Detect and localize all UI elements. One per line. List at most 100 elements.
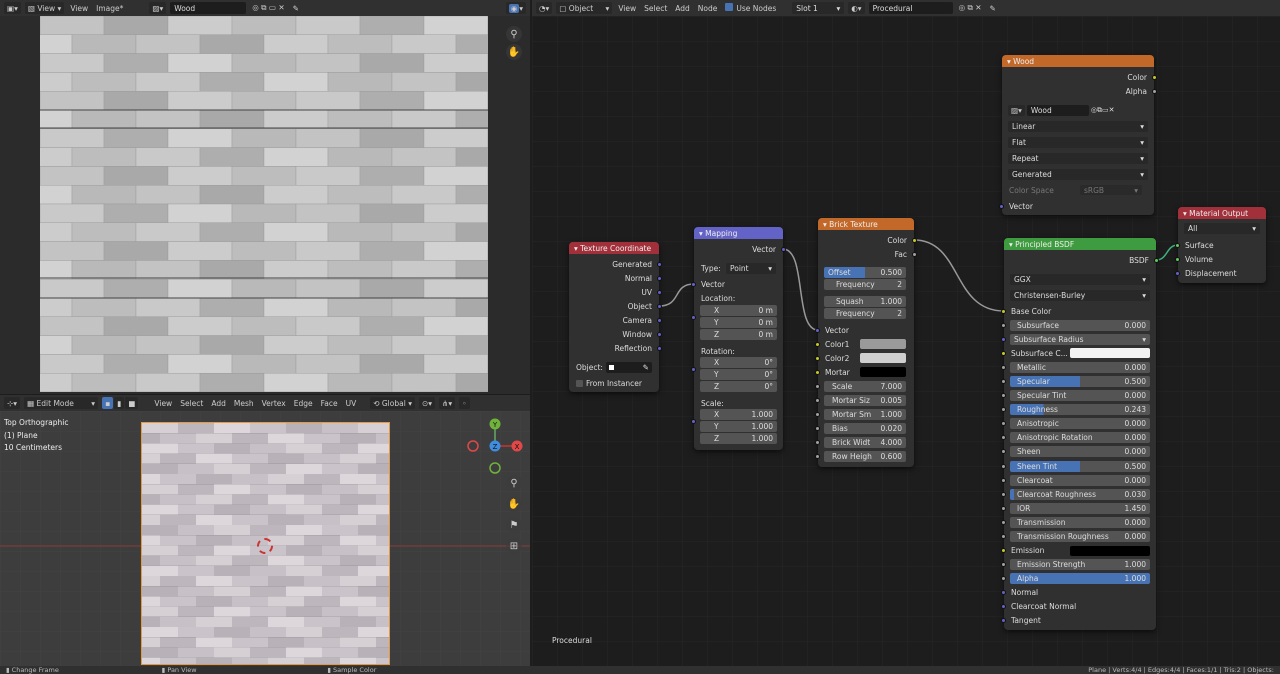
rotation-y-field[interactable]: Y 0° (700, 369, 777, 380)
eyedropper-icon[interactable]: ✎ (643, 363, 649, 372)
socket-icon[interactable] (1001, 407, 1006, 413)
bsdf-value-field[interactable]: Sheen 0.000 (1010, 446, 1150, 458)
scale-x-field[interactable]: X 1.000 (700, 409, 777, 420)
output-window[interactable]: Window (569, 328, 662, 340)
rotation-x-field[interactable]: X 0° (700, 357, 777, 368)
socket-icon[interactable] (1001, 308, 1006, 314)
image-browse-button[interactable]: ▨▾ (149, 2, 167, 14)
offset-field[interactable]: Offset 0.500 (824, 267, 906, 278)
socket-icon[interactable] (1001, 322, 1006, 328)
bsdf-input-row[interactable]: Subsurface C... (1001, 347, 1156, 359)
socket-icon[interactable] (1001, 435, 1006, 441)
zoom-icon[interactable]: ⚲ (506, 475, 522, 491)
distribution-dropdown[interactable]: GGX ▾ (1010, 274, 1150, 285)
menu-view[interactable]: View (68, 4, 90, 13)
subsurface-method-dropdown[interactable]: Christensen-Burley ▾ (1010, 290, 1150, 301)
node-header[interactable]: ▾ Material Output (1178, 207, 1266, 219)
socket-icon[interactable] (1001, 350, 1006, 356)
brick-param-field[interactable]: Brick Widt 4.000 (815, 437, 906, 448)
location-x-field[interactable]: X0 m (700, 305, 777, 316)
socket-icon[interactable] (999, 203, 1004, 209)
node-brick-texture[interactable]: ▾ Brick Texture Color Fac Offset 0.500 Fr… (815, 218, 917, 467)
output-bsdf[interactable]: BSDF (1004, 254, 1159, 266)
slot-dropdown[interactable]: Slot 1 ▾ (792, 2, 845, 14)
pan-hand-icon[interactable]: ✋ (506, 44, 522, 60)
bsdf-vector-input[interactable]: Clearcoat Normal (1001, 601, 1156, 613)
bsdf-input-row[interactable]: Roughness 0.243 (1001, 404, 1156, 416)
node-mapping[interactable]: ▾ Mapping Vector Type: Point ▾ Vector Loc… (691, 227, 786, 450)
socket-icon[interactable] (1001, 505, 1006, 511)
bsdf-input-row[interactable]: Emission (1001, 545, 1156, 557)
use-nodes-checkbox[interactable]: Use Nodes (723, 3, 778, 13)
bsdf-input-row[interactable]: Transmission Roughness 0.000 (1001, 531, 1156, 543)
editor-type-icon[interactable]: ⊹▾ (4, 397, 21, 409)
socket-icon[interactable] (1001, 378, 1006, 384)
scale-y-field[interactable]: Y 1.000 (700, 421, 777, 432)
socket-icon[interactable] (1152, 88, 1157, 94)
bsdf-value-field[interactable]: Roughness 0.243 (1010, 404, 1150, 416)
bsdf-value-field[interactable]: IOR 1.450 (1010, 502, 1150, 514)
editor-type-icon[interactable]: ▣▾ (4, 2, 21, 14)
menu-image[interactable]: Image* (94, 4, 125, 13)
interpolation-dropdown[interactable]: Linear ▾ (1008, 121, 1148, 132)
menu-select[interactable]: Select (642, 4, 669, 13)
mortar-swatch[interactable] (860, 367, 906, 377)
menu-view[interactable]: View (616, 4, 638, 13)
bsdf-value-field[interactable]: Metallic 0.000 (1010, 361, 1150, 373)
menu-edge[interactable]: Edge (292, 399, 315, 408)
bsdf-input-row[interactable]: Specular Tint 0.000 (1001, 390, 1156, 402)
socket-icon[interactable] (815, 327, 820, 333)
socket-icon[interactable] (1152, 74, 1157, 80)
socket-icon[interactable] (1001, 421, 1006, 427)
view-mode-dropdown[interactable]: ▧ View ▾ (24, 2, 65, 14)
bsdf-input-row[interactable]: Transmission 0.000 (1001, 516, 1156, 528)
output-color[interactable]: Color (1002, 71, 1157, 83)
bsdf-input-row[interactable]: Anisotropic 0.000 (1001, 418, 1156, 430)
node-header[interactable]: ▾ Brick Texture (818, 218, 914, 230)
proportional-icon[interactable]: ◦ (459, 397, 470, 409)
bsdf-value-field[interactable]: Emission Strength 1.000 (1010, 559, 1150, 571)
socket-icon[interactable] (815, 355, 820, 361)
image-browse-icon[interactable]: ▨▾ (1008, 105, 1025, 116)
socket-icon[interactable] (815, 412, 820, 417)
socket-icon[interactable] (815, 369, 820, 375)
rotation-z-field[interactable]: Z 0° (700, 381, 777, 392)
target-dropdown[interactable]: All ▾ (1184, 223, 1260, 234)
bsdf-input-row[interactable]: Subsurface Radius ▾ (1001, 333, 1156, 345)
socket-icon[interactable] (1001, 576, 1006, 582)
bsdf-vector-input[interactable]: Normal (1001, 587, 1156, 599)
squash-frequency-field[interactable]: Frequency 2 (824, 308, 906, 319)
menu-add[interactable]: Add (209, 399, 228, 408)
color1-swatch[interactable] (860, 339, 906, 349)
material-actions-icons[interactable]: ◎ ⧉ ✕ (957, 3, 984, 13)
bsdf-value-field[interactable]: Transmission 0.000 (1010, 516, 1150, 528)
socket-icon[interactable] (781, 246, 786, 252)
socket-icon[interactable] (1001, 364, 1006, 370)
location-z-field[interactable]: Z0 m (700, 329, 777, 340)
output-fac[interactable]: Fac (818, 248, 917, 260)
subsurface-color-swatch[interactable] (1070, 348, 1150, 359)
output-generated[interactable]: Generated (569, 258, 662, 270)
socket-icon[interactable] (1001, 604, 1006, 610)
menu-select[interactable]: Select (178, 399, 205, 408)
image-name-field[interactable]: Wood (1026, 105, 1089, 116)
mode-dropdown[interactable]: ▦ Edit Mode ▾ (24, 397, 99, 409)
brick-param-field[interactable]: Scale 7.000 (815, 381, 906, 392)
brick-param-field[interactable]: Row Heigh 0.600 (815, 451, 906, 462)
bsdf-input-row[interactable]: Sheen 0.000 (1001, 446, 1156, 458)
socket-icon[interactable] (691, 281, 696, 287)
socket-icon[interactable] (815, 384, 820, 389)
socket-icon[interactable] (657, 289, 662, 295)
socket-icon[interactable] (1154, 257, 1159, 263)
socket-icon[interactable] (1175, 242, 1180, 248)
output-camera[interactable]: Camera (569, 314, 662, 326)
socket-icon[interactable] (1001, 562, 1006, 568)
input-vector[interactable]: Vector (691, 278, 783, 290)
bsdf-input-row[interactable]: Sheen Tint 0.500 (1001, 460, 1156, 472)
output-normal[interactable]: Normal (569, 272, 662, 284)
output-vector[interactable]: Vector (694, 243, 786, 255)
bsdf-value-field[interactable]: Specular 0.500 (1010, 375, 1150, 387)
socket-icon[interactable] (1001, 590, 1006, 596)
gizmo-neg-y-icon[interactable] (489, 462, 501, 474)
output-uv[interactable]: UV (569, 286, 662, 298)
